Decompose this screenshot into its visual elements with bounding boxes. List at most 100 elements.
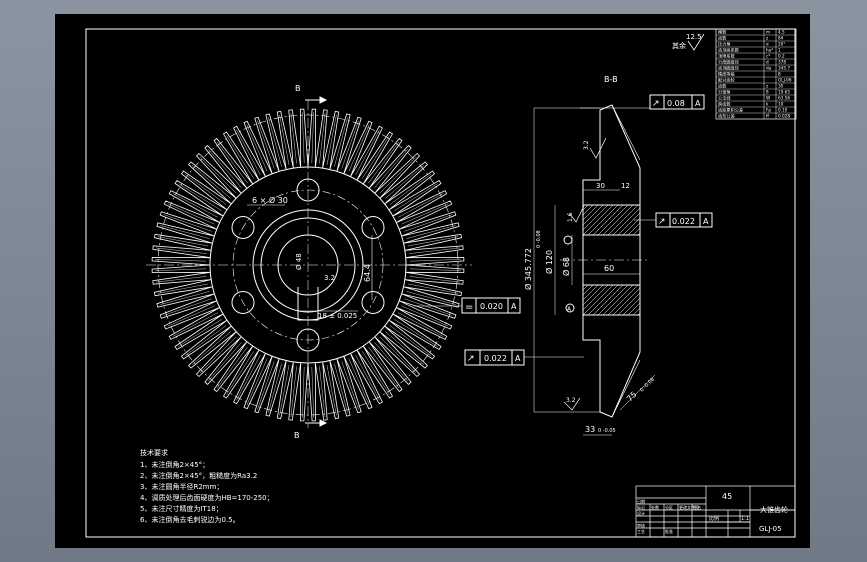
- param-value-2: 20°: [778, 42, 785, 47]
- hatch-line-27: [597, 284, 629, 316]
- hatch-line-31: [617, 292, 641, 316]
- param-symbol-6: da: [766, 66, 772, 71]
- surface-finish-value: 12.5: [686, 33, 702, 41]
- dim-33-text: 33: [585, 425, 595, 434]
- param-symbol-9: z: [766, 84, 769, 89]
- title-part-name: 大锥齿轮: [760, 505, 788, 514]
- param-value-8: GLJ-06: [778, 78, 792, 83]
- param-symbol-5: d: [766, 60, 769, 65]
- svg-text:3.2: 3.2: [583, 140, 590, 150]
- hatch-line-6: [582, 204, 614, 236]
- title-stage-2: 分区: [665, 504, 673, 510]
- surface-finish-prefix: 其余: [672, 41, 686, 50]
- title-process: 工艺: [637, 529, 645, 534]
- hatch-line-22: [582, 284, 604, 306]
- param-name-0: 模数: [718, 29, 727, 36]
- tooth-line-0: [409, 268, 461, 271]
- hatch-line-29: [607, 284, 639, 316]
- hatch-line-1: [582, 204, 589, 211]
- param-symbol-3: ha*: [766, 48, 773, 53]
- hole-2: [361, 216, 385, 239]
- roughness-symbol-1: 3.2: [583, 137, 607, 159]
- key-width-text: 18 ± 0.025: [318, 312, 357, 320]
- angle-dim-text: 3.2: [324, 274, 335, 282]
- hatch-line-25: [587, 284, 619, 316]
- title-block: 45 大锥齿轮 GLJ-05 比例 1:1 标记 处数 分区 更改文件号 签名 …: [635, 485, 796, 538]
- fcf-parallel-tol: 0.020: [480, 302, 503, 311]
- title-approve: 批准: [665, 528, 673, 534]
- param-value-10: 19.65: [778, 90, 790, 95]
- param-value-1: 84: [778, 36, 784, 41]
- hatch-line-33: [627, 302, 641, 316]
- param-name-4: 顶隙系数: [718, 53, 736, 60]
- fcf-mid-tol: 0.022: [672, 217, 695, 226]
- datum-marker-1: [563, 235, 573, 245]
- param-value-11: 63.56: [778, 96, 790, 101]
- fcf-top-tol: 0.08: [667, 99, 685, 108]
- hatch-line-4: [582, 204, 604, 226]
- param-symbol-11: W: [766, 96, 770, 101]
- title-stage-4: 签名: [693, 504, 701, 510]
- title-checker: 审核: [637, 522, 645, 528]
- title-drawing-number: GLJ-05: [759, 525, 782, 533]
- param-symbol-4: c*: [766, 54, 770, 59]
- hatch-line-15: [627, 222, 641, 236]
- param-name-11: 公法线: [718, 95, 731, 102]
- dia-hub-text: Ø 120: [544, 250, 554, 274]
- tech-note-2: 2、未注倒角2×45°，粗糙度为Ra3.2: [140, 471, 257, 480]
- param-name-13: 齿距累积公差: [718, 107, 743, 114]
- tech-note-3: 3、未注圆角半径R2mm；: [140, 482, 223, 491]
- roughness-symbol-3: 3.2: [563, 397, 581, 411]
- fcf-top-symbol: ↗: [652, 99, 660, 109]
- param-name-12: 跨齿数: [718, 101, 731, 108]
- hatch-line-24: [582, 284, 614, 316]
- drawing-sheet: B B 6 × Ø 30 64.4 Ø 48 3.2 18 ± 0.025 =: [55, 14, 810, 548]
- cone-line-lower: [611, 359, 641, 418]
- param-value-4: 0.2: [778, 54, 785, 59]
- fcf-left-datum: A: [515, 354, 521, 363]
- title-stage-5: 日期: [637, 498, 645, 504]
- param-name-10: 分锥角: [718, 89, 731, 96]
- param-symbol-12: k: [766, 102, 769, 107]
- title-stage-1: 处数: [651, 504, 659, 510]
- dim-60-text: 60: [604, 264, 614, 273]
- hatch-line-12: [612, 207, 641, 236]
- hatch-line-10: [602, 204, 634, 236]
- param-symbol-13: Fp: [766, 108, 771, 113]
- tooth-line-20: [311, 366, 314, 418]
- dia-tip-tol: 0 -0.08: [536, 230, 542, 248]
- svg-text:1.6: 1.6: [567, 212, 574, 222]
- param-name-8: 配对齿轮: [718, 77, 736, 84]
- fcf-mid-symbol: ↗: [658, 217, 666, 227]
- fcf-parallel-datum: A: [511, 302, 517, 311]
- param-value-7: 8: [778, 72, 781, 77]
- section-arrowhead-top: [319, 96, 328, 104]
- hatch-line-19: [582, 284, 589, 291]
- param-value-5: 378: [778, 60, 786, 65]
- hatch-line-20: [582, 284, 594, 296]
- tooth-line-21: [302, 366, 305, 418]
- tech-notes: 技术要求 1、未注倒角2×45°； 2、未注倒角2×45°，粗糙度为Ra3.2 …: [140, 448, 274, 524]
- param-value-12: 10: [778, 102, 784, 107]
- title-scale: 1:1: [741, 516, 749, 522]
- hatch-line-14: [622, 217, 641, 236]
- hatch-line-7: [587, 204, 619, 236]
- dim-75-tol: 0 -0.08: [639, 377, 656, 394]
- param-name-5: 分度圆直径: [718, 59, 739, 66]
- tooth-line-63: [311, 112, 314, 164]
- tooth-line-42: [155, 259, 207, 262]
- tech-note-1: 1、未注倒角2×45°；: [140, 460, 209, 469]
- tooth-line-41: [155, 268, 207, 271]
- hatch-line-11: [607, 204, 639, 236]
- general-surface-finish: 其余 12.5: [672, 33, 705, 51]
- hatch-line-26: [592, 284, 624, 316]
- param-symbol-14: ff: [766, 114, 769, 119]
- tech-notes-title: 技术要求: [140, 448, 168, 457]
- drawing-canvas[interactable]: B B 6 × Ø 30 64.4 Ø 48 3.2 18 ± 0.025 =: [55, 14, 810, 548]
- param-symbol-0: m: [766, 30, 770, 35]
- param-name-6: 齿顶圆直径: [718, 65, 739, 72]
- fcf-parallel-symbol: =: [465, 302, 473, 313]
- title-designer: 设计: [637, 510, 645, 516]
- section-arrowhead-bottom: [319, 419, 328, 427]
- dia-bore-text: Ø 68: [561, 257, 571, 276]
